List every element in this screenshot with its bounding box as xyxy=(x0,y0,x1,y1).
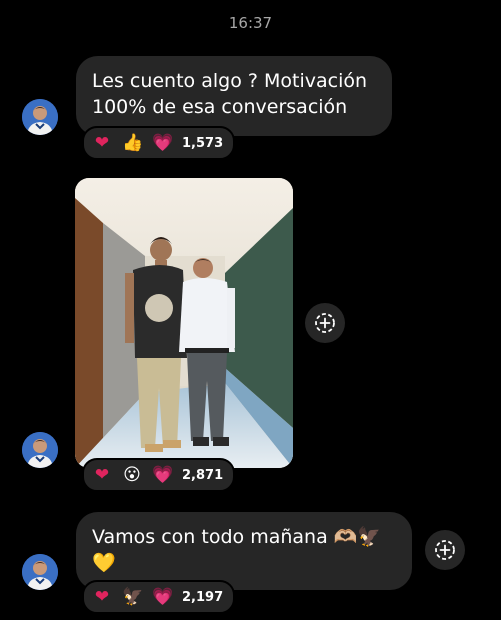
pink-heart-reaction-icon: 💗 xyxy=(152,132,174,153)
message-bubble-1[interactable]: Les cuento algo ? Motivación 100% de esa… xyxy=(76,56,392,136)
chat-screen: 16:37 Les cuento algo ? Motivación 100% … xyxy=(0,0,501,620)
reactions-bar-2[interactable]: ❤ 😮 💗 2,871 xyxy=(82,458,236,492)
pink-heart-reaction-icon: 💗 xyxy=(152,464,174,485)
avatar-icon[interactable] xyxy=(22,554,58,590)
eagle-reaction-icon: 🦅 xyxy=(122,586,144,607)
reaction-count-3: 2,197 xyxy=(182,589,224,605)
message-text-3: Vamos con todo mañana 🫶🏼🦅💛 xyxy=(92,526,382,574)
avatar-icon[interactable] xyxy=(22,432,58,468)
message-timestamp: 16:37 xyxy=(228,14,273,32)
share-plus-icon[interactable] xyxy=(305,303,345,343)
reaction-count-1: 1,573 xyxy=(182,135,224,151)
heart-reaction-icon: ❤ xyxy=(94,586,110,607)
photo-message[interactable] xyxy=(75,178,293,468)
message-bubble-3[interactable]: Vamos con todo mañana 🫶🏼🦅💛 xyxy=(76,512,412,590)
reactions-bar-3[interactable]: ❤ 🦅 💗 2,197 xyxy=(82,580,236,614)
pink-heart-reaction-icon: 💗 xyxy=(152,586,174,607)
reaction-count-2: 2,871 xyxy=(182,467,224,483)
heart-reaction-icon: ❤ xyxy=(94,132,110,153)
message-text-1: Les cuento algo ? Motivación 100% de esa… xyxy=(92,70,368,118)
heart-reaction-icon: ❤ xyxy=(94,464,110,485)
thumbs-up-reaction-icon: 👍 xyxy=(122,132,144,153)
surprised-face-reaction-icon: 😮 xyxy=(123,464,141,485)
avatar-icon[interactable] xyxy=(22,99,58,135)
reactions-bar-1[interactable]: ❤ 👍 💗 1,573 xyxy=(82,126,236,160)
share-plus-icon[interactable] xyxy=(425,530,465,570)
